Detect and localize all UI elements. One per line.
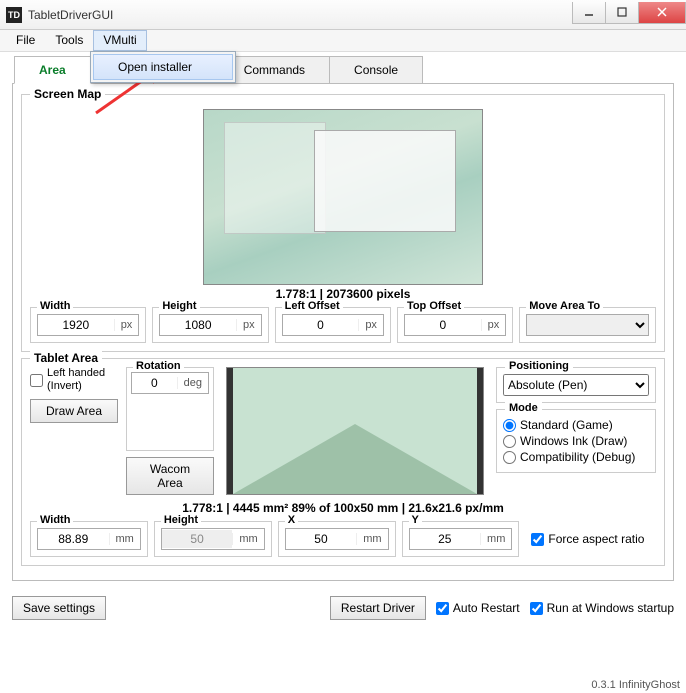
screen-map-title: Screen Map — [30, 87, 105, 101]
run-startup-row[interactable]: Run at Windows startup — [530, 601, 674, 615]
window-title: TabletDriverGUI — [28, 8, 573, 22]
status-bar: 0.3.1 InfinityGhost — [589, 677, 682, 693]
screen-top-input[interactable] — [405, 316, 481, 334]
auto-restart-row[interactable]: Auto Restart — [436, 601, 520, 615]
bottom-bar: Save settings Restart Driver Auto Restar… — [0, 590, 686, 626]
tablet-height-field: Height mm — [154, 521, 272, 557]
left-handed-checkbox-row[interactable]: Left handed (Invert) — [30, 367, 118, 393]
mode-ink-row[interactable]: Windows Ink (Draw) — [503, 434, 649, 448]
wacom-area-button[interactable]: Wacom Area — [126, 457, 214, 495]
menu-vmulti[interactable]: VMulti — [93, 30, 146, 51]
force-ratio-row[interactable]: Force aspect ratio — [525, 532, 656, 546]
titlebar: TD TabletDriverGUI — [0, 0, 686, 30]
positioning-select[interactable]: Absolute (Pen) — [503, 374, 649, 396]
menu-open-installer[interactable]: Open installer — [93, 54, 233, 80]
save-settings-button[interactable]: Save settings — [12, 596, 106, 620]
minimize-button[interactable] — [572, 2, 606, 24]
restart-driver-button[interactable]: Restart Driver — [330, 596, 426, 620]
app-icon: TD — [6, 7, 22, 23]
screen-top-field: Top Offset px — [397, 307, 513, 343]
auto-restart-checkbox[interactable] — [436, 602, 449, 615]
rotation-input[interactable] — [132, 374, 177, 392]
menubar: File Tools VMulti — [0, 30, 686, 52]
maximize-button[interactable] — [605, 2, 639, 24]
tablet-x-input[interactable] — [286, 530, 357, 548]
mode-compat-row[interactable]: Compatibility (Debug) — [503, 450, 649, 464]
tablet-area-canvas[interactable] — [226, 367, 484, 495]
screen-width-field: Width px — [30, 307, 146, 343]
tab-content-area: Screen Map 1.778:1 | 2073600 pixels Widt… — [12, 83, 674, 581]
menu-file[interactable]: File — [6, 30, 45, 51]
mode-standard-radio[interactable] — [503, 419, 516, 432]
run-startup-checkbox[interactable] — [530, 602, 543, 615]
tablet-area-group: Tablet Area Left handed (Invert) Draw Ar… — [21, 358, 665, 566]
tab-area[interactable]: Area — [14, 56, 91, 84]
tablet-y-field: Y mm — [402, 521, 520, 557]
mode-ink-radio[interactable] — [503, 435, 516, 448]
screen-map-info: 1.778:1 | 2073600 pixels — [30, 287, 656, 301]
tab-console[interactable]: Console — [329, 56, 423, 84]
screen-height-input[interactable] — [160, 316, 236, 334]
tablet-width-input[interactable] — [38, 530, 109, 548]
draw-area-button[interactable]: Draw Area — [30, 399, 118, 423]
menu-tools[interactable]: Tools — [45, 30, 93, 51]
left-handed-checkbox[interactable] — [30, 374, 43, 387]
vmulti-dropdown: Open installer — [90, 51, 236, 83]
move-area-select[interactable] — [526, 314, 649, 336]
tablet-height-input — [162, 530, 233, 548]
tablet-width-field: Width mm — [30, 521, 148, 557]
screen-height-field: Height px — [152, 307, 268, 343]
screen-map-preview[interactable] — [203, 109, 483, 285]
screen-left-input[interactable] — [283, 316, 359, 334]
mode-box: Mode Standard (Game) Windows Ink (Draw) … — [496, 409, 656, 473]
screen-map-group: Screen Map 1.778:1 | 2073600 pixels Widt… — [21, 94, 665, 352]
positioning-box: Positioning Absolute (Pen) — [496, 367, 656, 403]
rotation-field: Rotation deg — [126, 367, 214, 451]
tablet-y-input[interactable] — [410, 530, 481, 548]
screen-width-input[interactable] — [38, 316, 114, 334]
mode-standard-row[interactable]: Standard (Game) — [503, 418, 649, 432]
mode-compat-radio[interactable] — [503, 451, 516, 464]
tablet-x-field: X mm — [278, 521, 396, 557]
tablet-area-title: Tablet Area — [30, 351, 102, 365]
tablet-area-info: 1.778:1 | 4445 mm² 89% of 100x50 mm | 21… — [30, 501, 656, 515]
force-ratio-checkbox[interactable] — [531, 533, 544, 546]
screen-left-field: Left Offset px — [275, 307, 391, 343]
move-area-field: Move Area To — [519, 307, 656, 343]
close-button[interactable] — [638, 2, 686, 24]
